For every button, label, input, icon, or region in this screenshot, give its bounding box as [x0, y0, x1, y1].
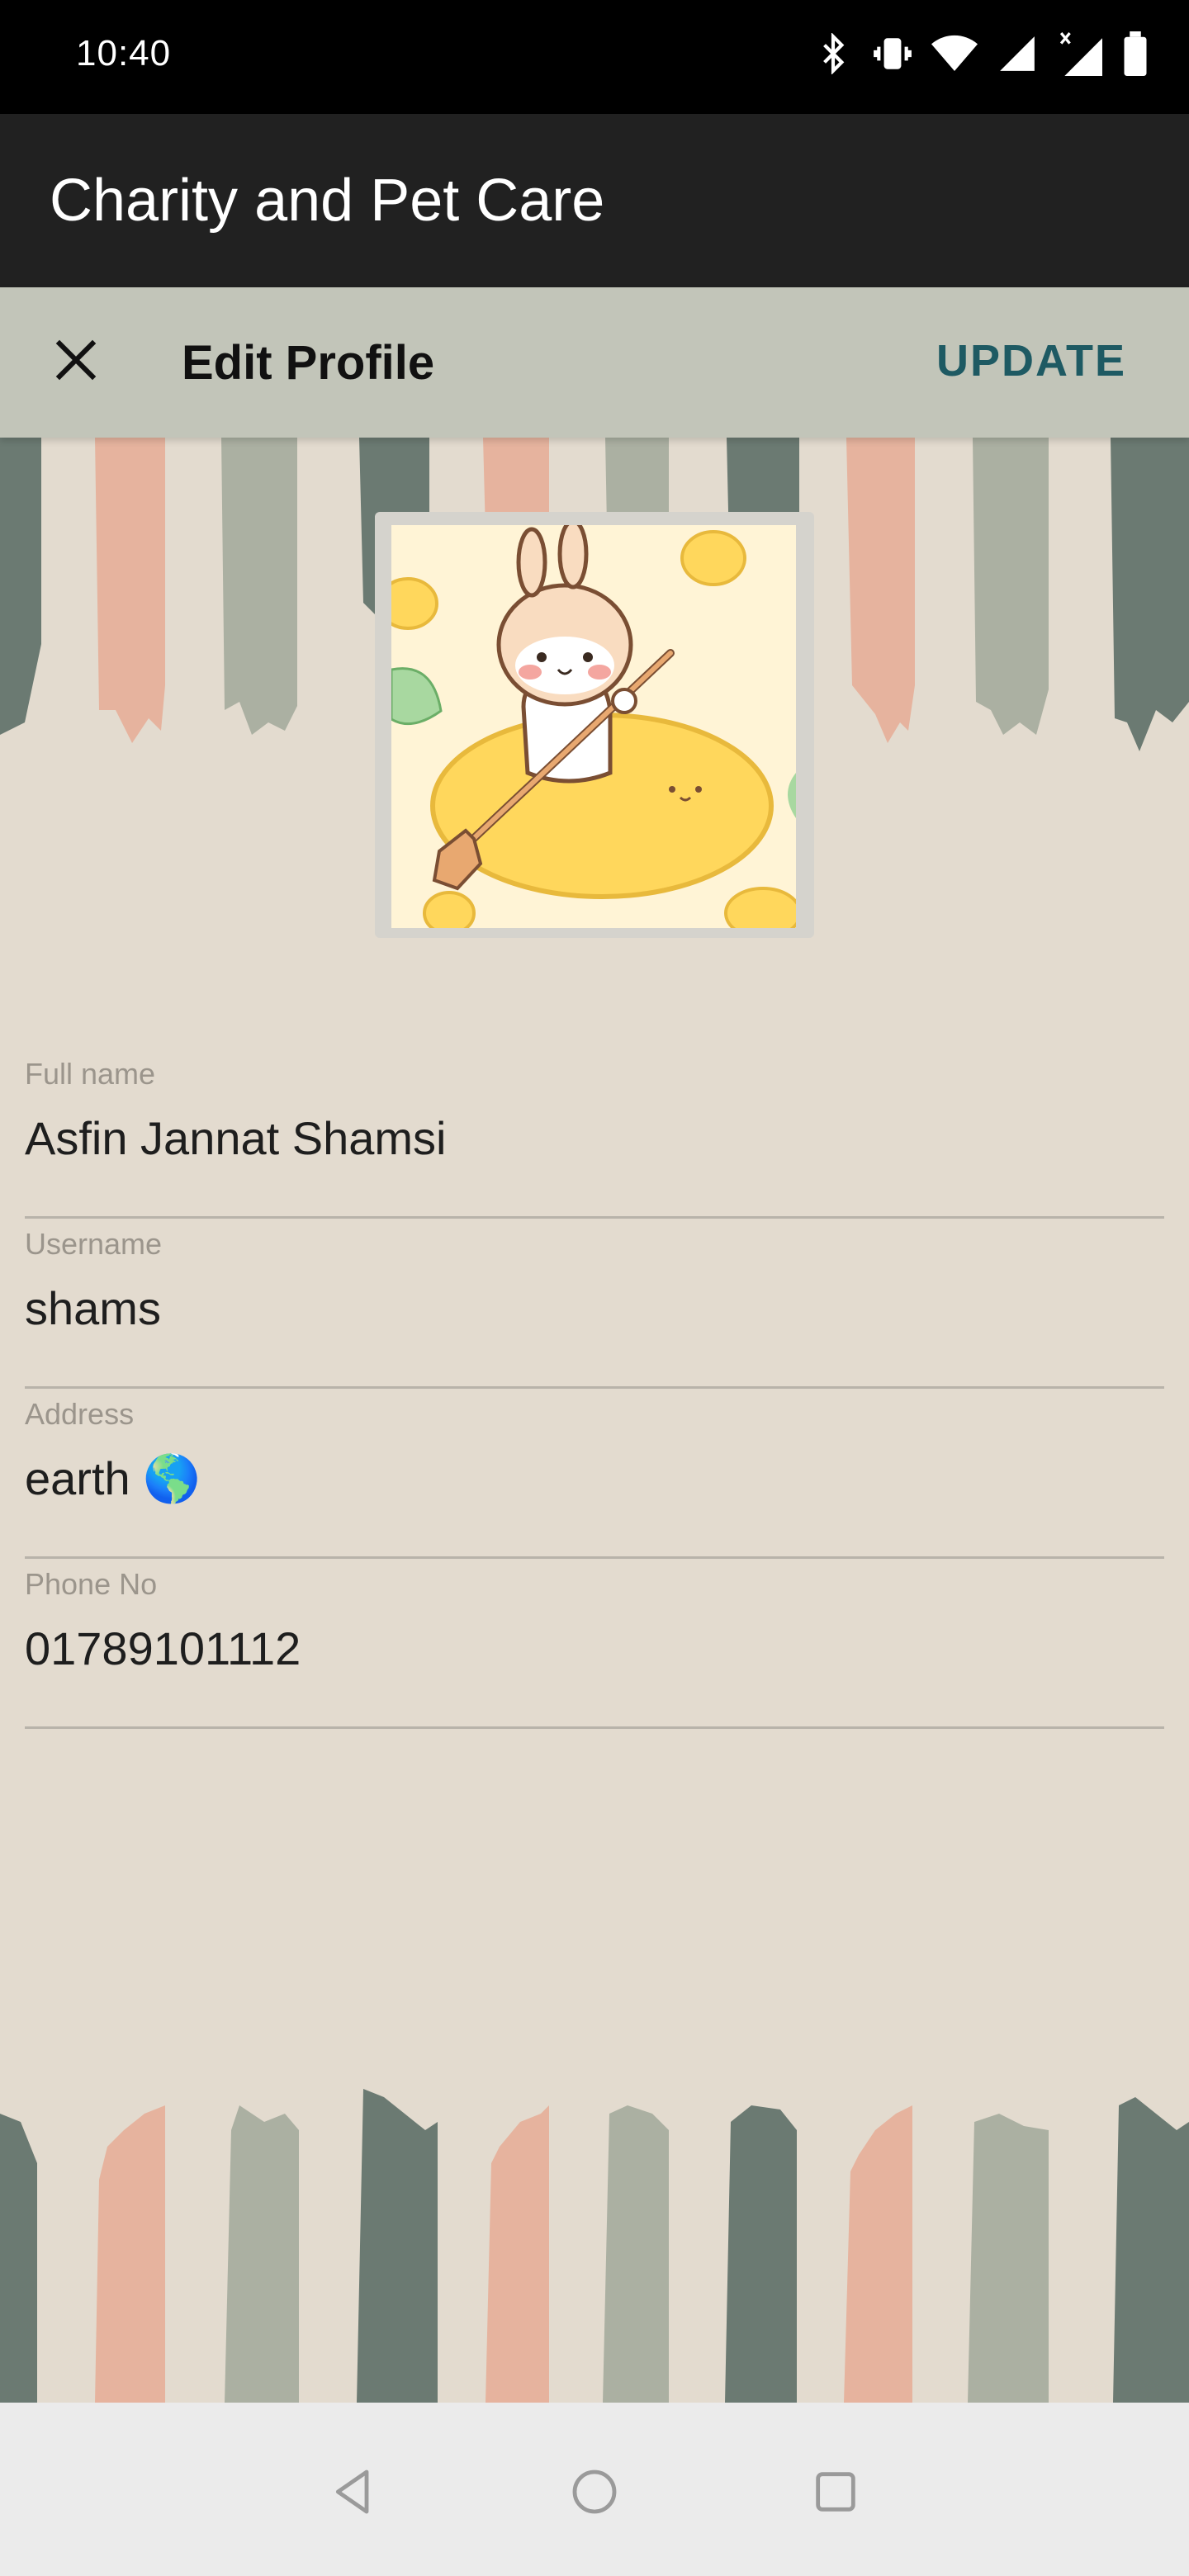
update-button[interactable]: UPDATE: [936, 335, 1126, 386]
status-icons: [812, 31, 1149, 76]
close-button[interactable]: [43, 329, 109, 395]
signal-x-icon: [1057, 31, 1103, 76]
username-input[interactable]: [25, 1281, 1164, 1335]
brush-stroke-decoration-bottom: [0, 2081, 1189, 2403]
back-button[interactable]: [320, 2460, 386, 2526]
phone-field[interactable]: Phone No: [25, 1559, 1164, 1729]
status-time: 10:40: [76, 33, 172, 73]
field-label: Phone No: [25, 1567, 158, 1601]
phone-input[interactable]: [25, 1622, 1164, 1675]
close-icon: [51, 335, 101, 389]
vibrate-icon: [872, 33, 913, 74]
address-field[interactable]: Address: [25, 1389, 1164, 1559]
full-name-input[interactable]: [25, 1111, 1164, 1165]
recents-icon: [809, 2465, 862, 2522]
recents-button[interactable]: [803, 2460, 869, 2526]
page-title: Edit Profile: [182, 336, 435, 390]
avatar-image: [391, 525, 796, 928]
field-label: Address: [25, 1397, 135, 1431]
username-field[interactable]: Username: [25, 1219, 1164, 1389]
app-bar: Charity and Pet Care: [0, 114, 1189, 287]
status-bar: 10:40: [0, 0, 1189, 114]
field-label: Username: [25, 1227, 163, 1261]
app-title: Charity and Pet Care: [50, 168, 605, 234]
system-nav-bar: [0, 2403, 1189, 2576]
signal-icon: [996, 33, 1039, 74]
back-icon: [327, 2465, 380, 2522]
home-button[interactable]: [561, 2460, 628, 2526]
field-label: Full name: [25, 1057, 156, 1091]
bluetooth-icon: [812, 33, 854, 74]
wifi-icon: [931, 33, 978, 74]
profile-avatar[interactable]: [375, 512, 814, 938]
home-icon: [568, 2465, 621, 2522]
full-name-field[interactable]: Full name: [25, 1049, 1164, 1219]
edit-profile-toolbar: Edit Profile UPDATE: [0, 287, 1189, 438]
profile-form: Full name Username Address Phone No: [25, 1049, 1164, 1729]
address-input[interactable]: [25, 1451, 1164, 1505]
battery-icon: [1121, 31, 1149, 76]
